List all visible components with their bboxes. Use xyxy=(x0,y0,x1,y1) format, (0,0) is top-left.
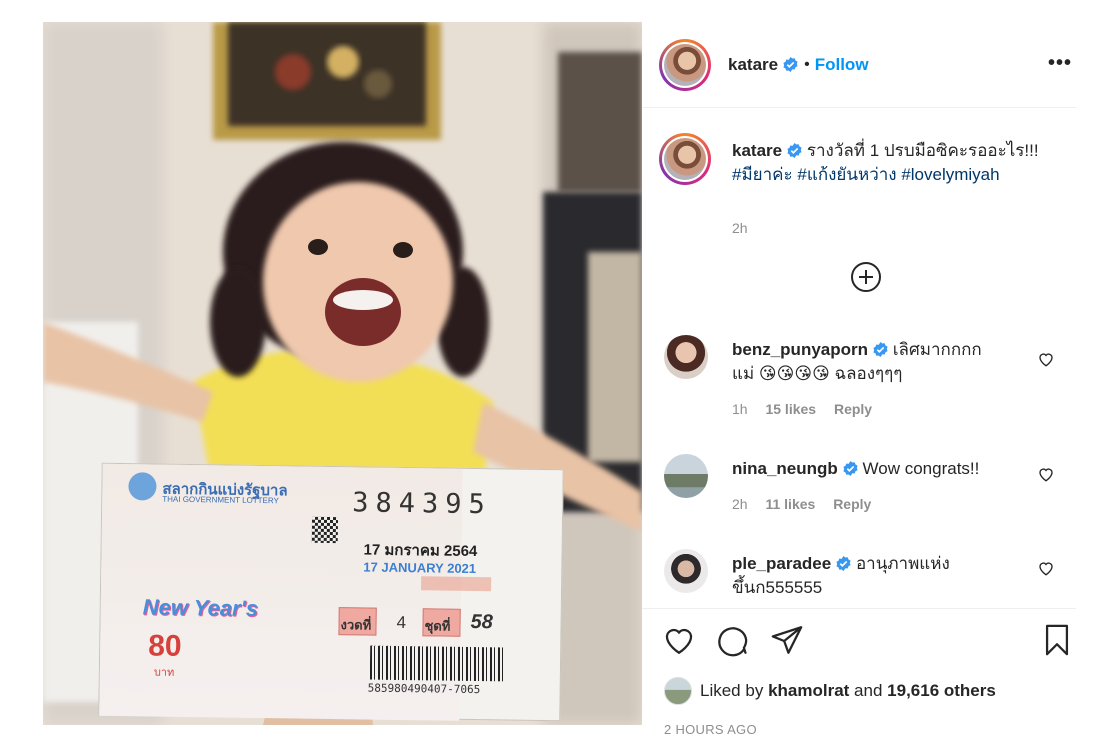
ticket-banner: New Year's xyxy=(142,594,259,621)
comment-meta: 2h 11 likes Reply xyxy=(732,496,885,512)
ticket-barcode xyxy=(369,645,506,682)
author-avatar[interactable] xyxy=(659,38,711,91)
post-timestamp[interactable]: 2 HOURS AGO xyxy=(664,722,757,737)
ticket-price: 80 xyxy=(147,629,182,663)
lottery-ticket: สลากกินแบ่งรัฐบาล THAI GOVERNMENT LOTTER… xyxy=(98,462,564,722)
caption-text-block: katare รางวัลที่ 1 ปรบมือซิคะรออะไร!!! #… xyxy=(732,139,1072,187)
comment-text: nina_neungb Wow congrats!! xyxy=(732,457,1032,481)
comment-item: ple_paradee อานุภาพแห่ง ขึ้นก555555 xyxy=(664,549,1074,609)
post-actions-bar: Liked by khamolrat and 19,616 others 2 H… xyxy=(642,608,1076,738)
ticket-set: 58 xyxy=(470,610,493,634)
load-more-comments-icon[interactable] xyxy=(850,261,882,293)
comment-item: benz_punyaporn เลิศมากกกก แม่ 😘😘😘😘 ฉลองๆ… xyxy=(664,335,1074,425)
ticket-period-label: งวดที่ xyxy=(340,617,372,633)
ticket-serial-red xyxy=(421,576,492,592)
verified-badge-icon xyxy=(873,342,888,357)
caption-time[interactable]: 2h xyxy=(732,220,748,236)
ticket-date-en: 17 JANUARY 2021 xyxy=(363,559,477,577)
liked-by-connector: and xyxy=(854,681,883,700)
reply-button[interactable]: Reply xyxy=(833,496,871,512)
comment-like-heart-icon[interactable] xyxy=(1037,465,1055,483)
hashtag-link[interactable]: #แก้งยันหว่าง xyxy=(797,165,896,184)
ticket-header-en: THAI GOVERNMENT LOTTERY xyxy=(162,494,279,506)
verified-badge-icon xyxy=(783,57,798,72)
liker-avatar[interactable] xyxy=(664,677,692,705)
comment-body: Wow congrats!! xyxy=(862,459,980,478)
caption-body: รางวัลที่ 1 ปรบมือซิคะรออะไร!!! xyxy=(806,141,1039,160)
commenter-avatar[interactable] xyxy=(664,549,708,593)
commenter-username[interactable]: nina_neungb xyxy=(732,459,838,478)
ticket-number: 384395 xyxy=(352,487,492,521)
like-heart-icon[interactable] xyxy=(662,623,696,657)
comment-body: แม่ xyxy=(732,364,755,383)
comment-text: benz_punyaporn เลิศมากกกก แม่ 😘😘😘😘 ฉลองๆ… xyxy=(732,338,1032,386)
reply-button[interactable]: Reply xyxy=(834,401,872,417)
comment-body: อานุภาพแห่ง xyxy=(855,554,950,573)
liked-by-prefix: Liked by xyxy=(700,681,764,700)
caption-username[interactable]: katare xyxy=(732,141,782,160)
commenter-avatar[interactable] xyxy=(664,335,708,379)
hashtag-link[interactable]: #มียาค่ะ xyxy=(732,165,793,184)
comment-meta: 1h 15 likes Reply xyxy=(732,401,886,417)
liked-by-summary: Liked by khamolrat and 19,616 others xyxy=(664,677,996,705)
comment-body: ฉลองๆๆๆ xyxy=(834,364,903,383)
comment-like-heart-icon[interactable] xyxy=(1037,350,1055,368)
ticket-price-unit: บาท xyxy=(153,666,175,679)
post-photo[interactable]: สลากกินแบ่งรัฐบาล THAI GOVERNMENT LOTTER… xyxy=(43,22,642,725)
comment-bubble-icon[interactable] xyxy=(715,623,749,657)
likes-count-link[interactable]: 19,616 others xyxy=(887,681,996,701)
comment-likes[interactable]: 15 likes xyxy=(765,401,816,417)
commenter-username[interactable]: benz_punyaporn xyxy=(732,340,868,359)
verified-badge-icon xyxy=(843,461,858,476)
ticket-set-label: ชุดที่ xyxy=(424,618,451,634)
follow-button[interactable]: Follow xyxy=(815,55,869,75)
author-username[interactable]: katare xyxy=(728,55,778,75)
commenter-avatar[interactable] xyxy=(664,454,708,498)
comment-time[interactable]: 1h xyxy=(732,401,748,417)
comment-item: nina_neungb Wow congrats!! 2h 11 likes R… xyxy=(664,454,1074,524)
more-options-icon[interactable]: ••• xyxy=(1048,52,1072,75)
comment-body: ขึ้นก555555 xyxy=(732,578,823,597)
comment-body: เลิศมากกกก xyxy=(892,340,982,359)
ticket-barcode-text: 585980490407-7065 xyxy=(367,681,481,697)
comments-section[interactable]: katare รางวัลที่ 1 ปรบมือซิคะรออะไร!!! #… xyxy=(642,109,1076,609)
comment-text: ple_paradee อานุภาพแห่ง ขึ้นก555555 xyxy=(732,552,1032,600)
comment-likes[interactable]: 11 likes xyxy=(765,496,815,512)
comment-like-heart-icon[interactable] xyxy=(1037,559,1055,577)
verified-badge-icon xyxy=(836,556,851,571)
header-separator: • xyxy=(804,55,810,73)
commenter-username[interactable]: ple_paradee xyxy=(732,554,831,573)
caption-avatar[interactable] xyxy=(659,133,711,185)
comment-time[interactable]: 2h xyxy=(732,496,748,512)
save-bookmark-icon[interactable] xyxy=(1040,623,1074,657)
post-side-panel: katare • Follow ••• katare รางวัลที่ 1 ป… xyxy=(642,22,1076,738)
share-paper-plane-icon[interactable] xyxy=(770,623,804,657)
ticket-qr xyxy=(311,516,339,544)
kiss-emoji-icon: 😘😘😘😘 xyxy=(758,364,830,383)
liker-username[interactable]: khamolrat xyxy=(768,681,849,701)
hashtag-link[interactable]: #lovelymiyah xyxy=(901,165,999,184)
post-header: katare • Follow ••• xyxy=(642,22,1076,108)
verified-badge-icon xyxy=(787,143,802,158)
ticket-period: 4 xyxy=(396,612,407,633)
